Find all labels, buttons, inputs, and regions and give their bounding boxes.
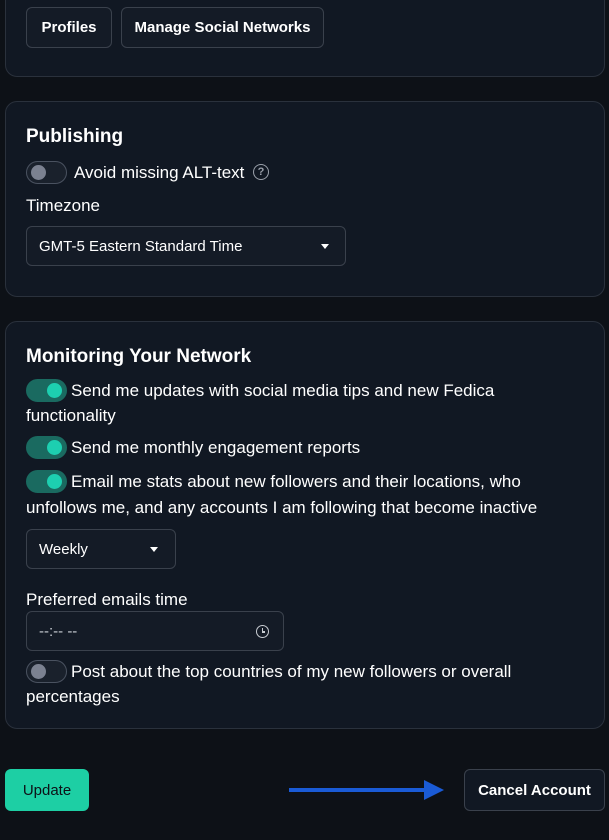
top-countries-label-line2: percentages bbox=[26, 687, 120, 706]
follower-stats-label-line2: unfollows me, and any accounts I am foll… bbox=[26, 498, 538, 517]
alt-text-toggle[interactable] bbox=[26, 161, 67, 184]
caret-down-icon bbox=[321, 244, 329, 249]
engagement-reports-toggle[interactable] bbox=[26, 436, 67, 459]
profiles-button[interactable]: Profiles bbox=[26, 7, 112, 48]
publishing-card: Publishing Avoid missing ALT-text ? Time… bbox=[5, 101, 605, 297]
arrow-right-icon bbox=[289, 788, 427, 792]
toggle-knob bbox=[47, 440, 62, 455]
email-time-label: Preferred emails time bbox=[26, 590, 188, 609]
follower-stats-label-line1: Email me stats about new followers and t… bbox=[71, 472, 521, 491]
tips-updates-toggle[interactable] bbox=[26, 379, 67, 402]
tips-updates-label-line1: Send me updates with social media tips a… bbox=[71, 381, 495, 400]
timezone-label: Timezone bbox=[26, 196, 101, 215]
alt-text-label: Avoid missing ALT-text bbox=[74, 163, 245, 182]
toggle-knob bbox=[47, 474, 62, 489]
timezone-value: GMT-5 Eastern Standard Time bbox=[39, 237, 243, 255]
question-circle-icon[interactable]: ? bbox=[253, 164, 269, 180]
top-countries-label-line1: Post about the top countries of my new f… bbox=[71, 662, 512, 681]
tips-updates-label-line2: functionality bbox=[26, 406, 116, 425]
engagement-reports-label: Send me monthly engagement reports bbox=[71, 438, 361, 457]
monitoring-title: Monitoring Your Network bbox=[26, 346, 252, 367]
toggle-knob bbox=[47, 383, 62, 398]
publishing-title: Publishing bbox=[26, 126, 124, 147]
timezone-select[interactable]: GMT-5 Eastern Standard Time bbox=[26, 226, 346, 266]
toggle-knob bbox=[31, 664, 46, 679]
email-time-value: --:-- -- bbox=[39, 622, 78, 640]
stats-frequency-select[interactable]: Weekly bbox=[26, 529, 176, 569]
update-button[interactable]: Update bbox=[5, 769, 89, 811]
settings-page: Profiles Manage Social Networks Publishi… bbox=[0, 0, 609, 840]
follower-stats-toggle[interactable] bbox=[26, 470, 67, 493]
email-time-input[interactable]: --:-- -- bbox=[26, 611, 284, 651]
frequency-value: Weekly bbox=[39, 540, 88, 558]
top-countries-toggle[interactable] bbox=[26, 660, 67, 683]
monitoring-card: Monitoring Your Network Send me updates … bbox=[5, 321, 605, 729]
toggle-knob bbox=[31, 165, 46, 180]
caret-down-icon bbox=[150, 547, 158, 552]
cancel-account-button[interactable]: Cancel Account bbox=[464, 769, 605, 811]
arrow-head-icon bbox=[424, 780, 444, 800]
social-networks-card: Profiles Manage Social Networks bbox=[5, 0, 605, 77]
clock-icon[interactable] bbox=[256, 625, 269, 638]
manage-social-networks-button[interactable]: Manage Social Networks bbox=[121, 7, 324, 48]
